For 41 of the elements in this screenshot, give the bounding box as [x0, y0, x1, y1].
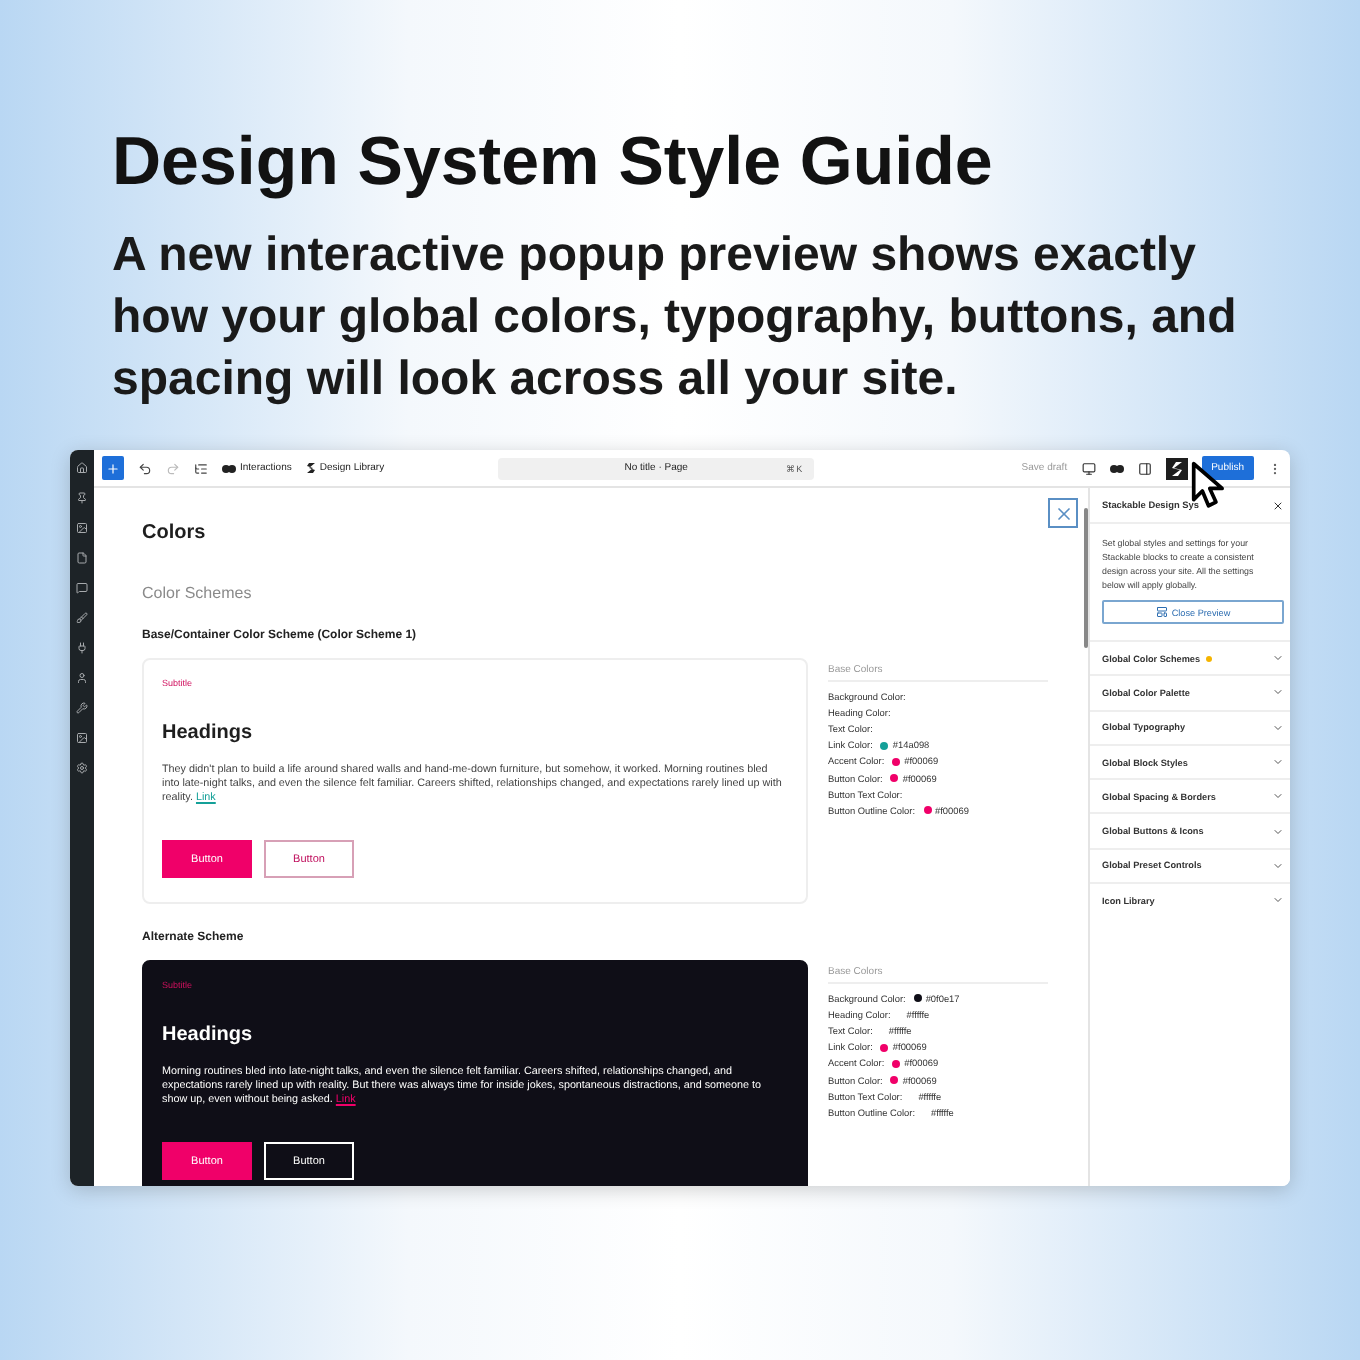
section-heading: Color Schemes	[142, 584, 254, 602]
chevron-down-icon	[1272, 859, 1284, 872]
user-icon[interactable]	[76, 672, 88, 684]
settings-icon[interactable]	[76, 762, 88, 774]
wrench-icon[interactable]	[76, 702, 88, 714]
chevron-down-icon	[1272, 721, 1284, 734]
undo-icon[interactable]	[138, 461, 152, 475]
image-icon[interactable]	[76, 732, 88, 744]
interactions-icon[interactable]	[1109, 463, 1124, 473]
pin-icon[interactable]	[76, 492, 88, 504]
sidebar-icon[interactable]	[1137, 461, 1152, 475]
chevron-down-icon	[1272, 686, 1284, 699]
close-button[interactable]	[1048, 498, 1078, 528]
sample-heading: Headings	[162, 1024, 255, 1046]
headline: Design System Style Guide	[112, 124, 995, 200]
preview-title: Colors	[142, 522, 208, 544]
chevron-down-icon	[1272, 652, 1284, 665]
brush-icon[interactable]	[76, 612, 88, 624]
comment-icon[interactable]	[76, 582, 88, 594]
page-icon[interactable]	[76, 552, 88, 564]
stackable-logo-icon	[305, 462, 316, 474]
desktop-icon[interactable]	[1081, 461, 1096, 475]
chevron-down-icon	[1272, 756, 1284, 769]
chevron-down-icon	[1272, 825, 1284, 838]
home-icon[interactable]	[76, 462, 88, 474]
plus-icon	[106, 461, 120, 475]
list-view-icon[interactable]	[194, 461, 208, 475]
image-icon[interactable]	[76, 522, 88, 534]
close-icon[interactable]	[1272, 499, 1284, 511]
chevron-down-icon	[1272, 894, 1284, 907]
close-icon	[1053, 503, 1073, 523]
more-icon[interactable]	[1268, 461, 1282, 475]
subheadline: A new interactive popup preview shows exactly how your global colors, typography, buttons, and spacing will look across all your site.	[112, 226, 1239, 410]
add-block-button[interactable]	[102, 456, 124, 480]
interactions-icon	[222, 463, 236, 473]
layout-icon	[1155, 606, 1168, 618]
plug-icon[interactable]	[76, 642, 88, 654]
sample-heading: Headings	[162, 722, 255, 744]
scrollbar[interactable]	[1084, 508, 1088, 648]
stackable-icon[interactable]	[1165, 457, 1188, 479]
chevron-down-icon	[1272, 790, 1284, 803]
